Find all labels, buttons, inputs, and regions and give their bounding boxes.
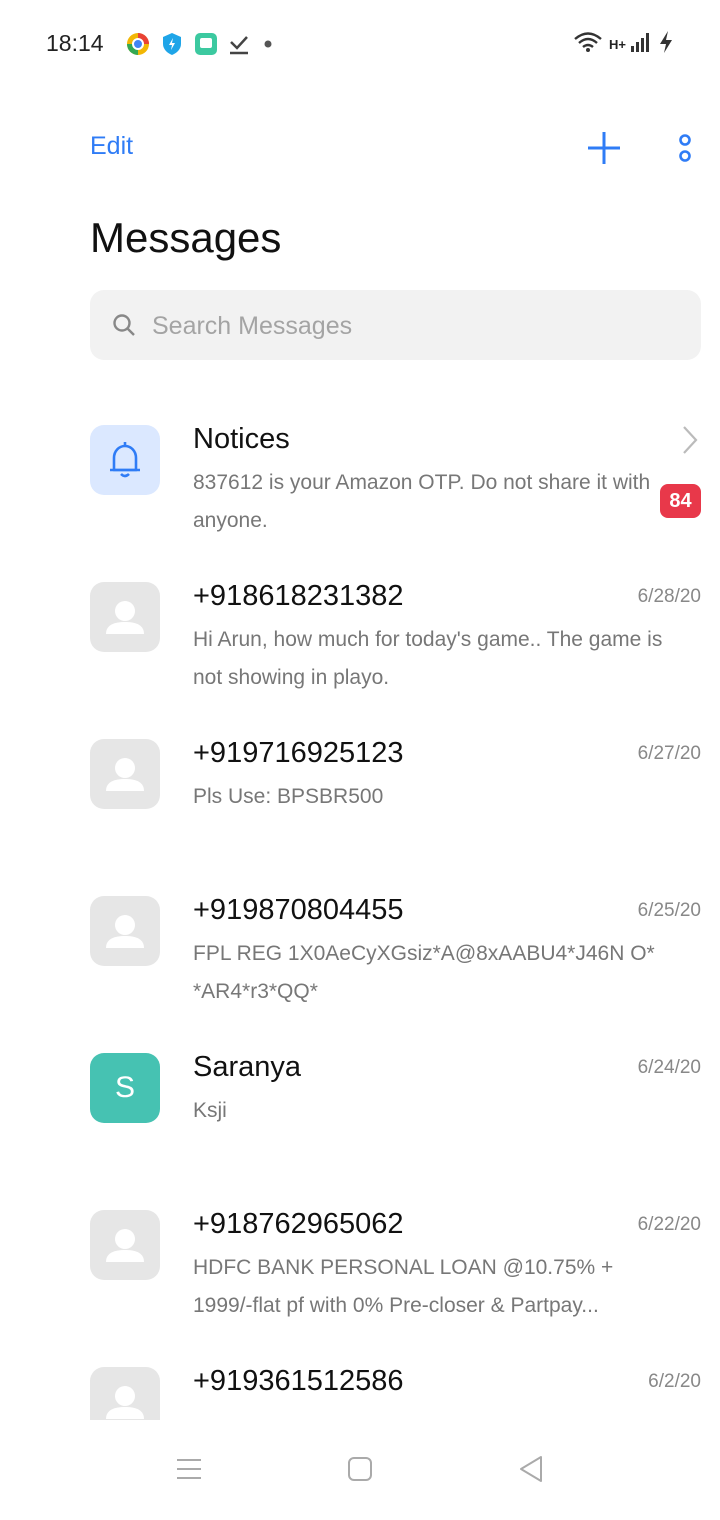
person-icon xyxy=(106,1386,144,1419)
charging-icon xyxy=(658,30,674,59)
chat-app-icon xyxy=(194,32,218,61)
system-status-icons: H+ xyxy=(573,30,674,59)
conversation-item[interactable]: +919870804455 6/25/20 FPL REG 1X0AeCyXGs… xyxy=(0,876,720,1033)
signal-icon xyxy=(630,31,652,58)
conversation-name: +919361512586 xyxy=(193,1365,404,1397)
conversation-date: 6/2/20 xyxy=(648,1371,701,1392)
conversation-preview: HDFC BANK PERSONAL LOAN @10.75% + 1999/-… xyxy=(193,1256,614,1317)
conversation-name: Saranya xyxy=(193,1051,302,1083)
conversation-item[interactable]: +919361512586 6/2/20 xyxy=(0,1347,720,1420)
conversation-item[interactable]: +919716925123 6/27/20 Pls Use: BPSBR500 xyxy=(0,719,720,876)
conversation-date: 6/25/20 xyxy=(637,900,701,921)
conversation-name: +918618231382 xyxy=(193,580,404,612)
contact-avatar xyxy=(90,582,160,652)
conversation-item[interactable]: +918762965062 6/22/20 HDFC BANK PERSONAL… xyxy=(0,1190,720,1347)
search-bar[interactable] xyxy=(90,290,701,362)
network-type: H+ xyxy=(609,37,626,52)
notification-icons xyxy=(126,32,276,61)
conversation-name: Notices xyxy=(193,423,290,455)
conversation-preview: Ksji xyxy=(193,1099,227,1122)
conversation-name: +919870804455 xyxy=(193,894,404,926)
shield-icon xyxy=(160,32,184,61)
conversation-name: +918762965062 xyxy=(193,1208,404,1240)
contact-avatar xyxy=(90,1367,160,1420)
download-done-icon xyxy=(228,33,250,60)
chevron-right-icon xyxy=(682,425,698,460)
contact-avatar xyxy=(90,739,160,809)
person-icon xyxy=(106,915,144,948)
conversation-item-notices[interactable]: Notices 837612 is your Amazon OTP. Do no… xyxy=(0,405,720,562)
conversation-item[interactable]: S Saranya 6/24/20 Ksji xyxy=(0,1033,720,1190)
more-vertical-icon xyxy=(679,134,691,162)
conversation-preview: Pls Use: BPSBR500 xyxy=(193,785,384,808)
conversation-preview: Hi Arun, how much for today's game.. The… xyxy=(193,628,663,689)
person-icon xyxy=(106,1229,144,1262)
status-bar: 18:14 H+ xyxy=(0,0,720,90)
home-button[interactable] xyxy=(346,1455,374,1488)
back-button[interactable] xyxy=(517,1455,545,1488)
status-time: 18:14 xyxy=(46,30,104,56)
search-input[interactable] xyxy=(150,290,684,362)
dot-icon xyxy=(260,36,276,57)
home-square-icon xyxy=(348,1457,372,1481)
chrome-icon xyxy=(126,32,150,61)
back-triangle-icon xyxy=(520,1456,542,1482)
person-icon xyxy=(106,601,144,634)
contact-avatar xyxy=(90,1210,160,1280)
top-action-bar: Edit xyxy=(0,110,720,190)
new-message-button[interactable] xyxy=(584,128,624,168)
bell-icon xyxy=(110,442,140,478)
more-options-button[interactable] xyxy=(670,128,700,168)
page-title: Messages xyxy=(90,214,282,261)
search-icon xyxy=(113,314,135,336)
wifi-icon xyxy=(573,31,603,58)
contact-avatar-letter: S xyxy=(90,1053,160,1123)
conversation-date: 6/24/20 xyxy=(637,1057,701,1078)
notices-avatar xyxy=(90,425,160,495)
conversation-name: +919716925123 xyxy=(193,737,404,769)
edit-button[interactable]: Edit xyxy=(90,132,133,161)
conversation-date: 6/22/20 xyxy=(637,1214,701,1235)
contact-avatar xyxy=(90,896,160,966)
conversation-date: 6/28/20 xyxy=(637,586,701,607)
recents-button[interactable] xyxy=(175,1455,203,1488)
system-navigation-bar xyxy=(0,1420,720,1520)
conversation-date: 6/27/20 xyxy=(637,743,701,764)
unread-badge: 84 xyxy=(660,484,701,518)
conversation-preview: FPL REG 1X0AeCyXGsiz*A@8xAABU4*J46N O**A… xyxy=(193,942,655,1003)
menu-icon xyxy=(177,1459,201,1479)
conversation-item[interactable]: +918618231382 6/28/20 Hi Arun, how much … xyxy=(0,562,720,719)
plus-icon xyxy=(588,132,620,164)
person-icon xyxy=(106,758,144,791)
conversation-list: Notices 837612 is your Amazon OTP. Do no… xyxy=(0,405,720,1420)
conversation-preview: 837612 is your Amazon OTP. Do not share … xyxy=(193,471,651,532)
